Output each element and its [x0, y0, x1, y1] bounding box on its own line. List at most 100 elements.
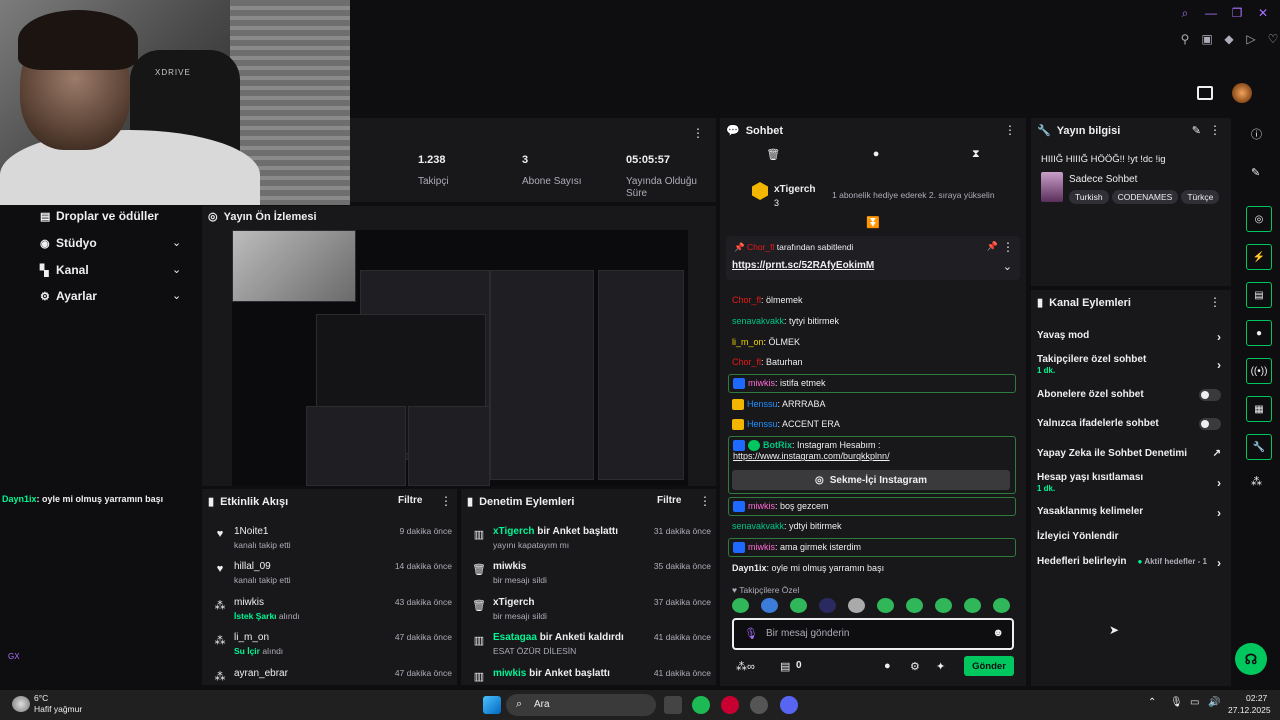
mod-view-icon[interactable]: ✦ — [936, 660, 945, 673]
emoji-icon[interactable]: ☻ — [992, 627, 1004, 639]
help-button[interactable]: ☊ — [1235, 643, 1267, 675]
rail-broadcast-button[interactable]: ((•)) — [1246, 358, 1272, 384]
tag[interactable]: CODENAMES — [1111, 190, 1179, 204]
action-account-age[interactable]: Hesap yaşı kısıtlaması 1 dk. › — [1037, 472, 1225, 494]
spotify-icon[interactable] — [692, 696, 710, 714]
emote-icon[interactable] — [819, 598, 836, 613]
action-banned-words[interactable]: Yasaklanmış kelimeler › — [1037, 506, 1225, 520]
edit-icon[interactable]: ✎ — [1192, 124, 1201, 137]
pinned-link[interactable]: https://prnt.sc/52RAfyEokimM — [732, 260, 874, 271]
send-button[interactable]: Gönder — [964, 656, 1014, 676]
emote-icon[interactable] — [964, 598, 981, 613]
emote-icon[interactable] — [877, 598, 894, 613]
discord-icon[interactable] — [780, 696, 798, 714]
unpin-icon[interactable]: 📌 — [987, 241, 998, 252]
chevron-right-icon: › — [1217, 330, 1221, 344]
emote-icon[interactable] — [935, 598, 952, 613]
action-ai-moderation[interactable]: Yapay Zeka ile Sohbet Denetimi ↗ — [1037, 448, 1225, 459]
chevron-down-icon[interactable]: ⌄ — [172, 236, 181, 249]
mic-icon[interactable]: 🎙 — [744, 627, 758, 640]
instagram-link[interactable]: https://www.instagram.com/burqkkplnn/ — [733, 451, 890, 461]
theatre-icon[interactable] — [1197, 86, 1213, 100]
stats-menu-icon[interactable]: ⋮ — [692, 126, 704, 140]
chat-bubble-icon[interactable]: ● — [884, 660, 891, 672]
chat-bubble-icon[interactable]: ● — [873, 148, 880, 170]
stream-preview-image[interactable] — [232, 230, 688, 486]
edit-icon[interactable]: ✎ — [1251, 166, 1260, 179]
activity-menu-icon[interactable]: ⋮ — [440, 494, 452, 508]
emote-icon[interactable] — [732, 598, 749, 613]
chevron-down-icon[interactable]: ⌄ — [172, 263, 181, 276]
mod-menu-icon[interactable]: ⋮ — [699, 494, 711, 508]
action-goals[interactable]: Hedefleri belirleyin ● Aktif hedefler - 1… — [1037, 556, 1225, 570]
close-icon[interactable]: ✕ — [1256, 6, 1270, 20]
clear-chat-icon[interactable]: 🗑 — [766, 148, 780, 170]
opera-gx-icon[interactable] — [721, 696, 739, 714]
points-count: 0 — [796, 660, 802, 671]
maximize-icon[interactable]: ❐ — [1230, 6, 1244, 20]
emote-icon[interactable] — [993, 598, 1010, 613]
screenshot-icon[interactable]: ▣ — [1200, 32, 1214, 46]
play-icon[interactable]: ▷ — [1244, 32, 1258, 46]
points-icon[interactable]: ⁂∞ — [736, 660, 755, 673]
action-slow-mode[interactable]: Yavaş mod › — [1037, 330, 1225, 344]
chat-menu-icon[interactable]: ⋮ — [1004, 123, 1016, 137]
weather-icon[interactable] — [12, 696, 30, 712]
tag[interactable]: Türkçe — [1181, 190, 1220, 204]
rail-chat-button[interactable]: ● — [1246, 320, 1272, 346]
chat-toolbar: 🗑 ● ⧗ — [720, 148, 1026, 170]
task-view-icon[interactable] — [664, 696, 682, 714]
action-followers-only[interactable]: Takipçilere özel sohbet 1 dk. › — [1037, 354, 1225, 376]
pin-icon: 📌 — [734, 242, 747, 252]
timer-icon[interactable]: ⧗ — [972, 148, 980, 170]
shield-icon[interactable]: ◆ — [1222, 32, 1236, 46]
nav-drops[interactable]: ▤ Droplar ve ödüller — [40, 209, 159, 223]
nav-studio[interactable]: ◉ Stüdyo — [40, 236, 97, 250]
insta-button[interactable]: ◎ Sekme-İçi Instagram — [732, 470, 1010, 490]
emote-icon[interactable] — [761, 598, 778, 613]
taskbar-search[interactable]: ⌕ Ara — [506, 694, 656, 716]
volume-icon[interactable]: 🔊 — [1208, 697, 1220, 708]
windows-start-icon[interactable] — [483, 696, 501, 714]
chevron-down-icon[interactable]: ⌄ — [1003, 260, 1012, 273]
points-icon[interactable]: ⁂ — [1251, 475, 1262, 488]
chat-input[interactable]: 🎙 Bir mesaj gönderin ☻ — [732, 618, 1014, 650]
emote-icon[interactable] — [848, 598, 865, 613]
avatar[interactable] — [1232, 83, 1252, 103]
search-icon[interactable]: ⌕ — [1178, 6, 1192, 20]
microphone-icon[interactable]: 🎙 — [1170, 697, 1183, 708]
gift-icon[interactable]: ▤ — [780, 660, 790, 673]
taskbar-search-label: Ara — [534, 699, 550, 710]
network-icon[interactable]: ▭ — [1190, 697, 1199, 708]
category-thumbnail[interactable] — [1041, 172, 1063, 202]
action-raid[interactable]: İzleyici Yönlendir — [1037, 531, 1225, 542]
rail-camera-button[interactable]: ◎ — [1246, 206, 1272, 232]
minimize-icon[interactable]: — — [1204, 6, 1218, 20]
nav-settings[interactable]: ⚙ Ayarlar — [40, 289, 97, 303]
scroll-down-icon[interactable]: ⏬ — [866, 216, 880, 229]
activity-filter-button[interactable]: Filtre — [398, 495, 422, 506]
heart-icon: ♥ — [216, 563, 224, 575]
info-icon[interactable]: ⓘ — [1251, 126, 1262, 142]
emote-only-toggle[interactable] — [1199, 418, 1221, 430]
pinned-menu-icon[interactable]: ⋮ — [1002, 240, 1014, 254]
rail-layout-button[interactable]: ▦ — [1246, 396, 1272, 422]
category-name[interactable]: Sadece Sohbet — [1069, 174, 1137, 185]
tag[interactable]: Turkish — [1069, 190, 1109, 204]
actions-menu-icon[interactable]: ⋮ — [1209, 295, 1221, 309]
tray-chevron-up-icon[interactable]: ⌃ — [1148, 697, 1156, 708]
rail-notes-button[interactable]: ▤ — [1246, 282, 1272, 308]
rail-tools-button[interactable]: 🔧 — [1246, 434, 1272, 460]
app-icon[interactable] — [750, 696, 768, 714]
nav-channel[interactable]: ▚ Kanal — [40, 263, 89, 277]
stream-info-menu-icon[interactable]: ⋮ — [1209, 123, 1221, 137]
gear-icon[interactable]: ⚙ — [910, 660, 920, 673]
emote-icon[interactable] — [790, 598, 807, 613]
emote-icon[interactable] — [906, 598, 923, 613]
heart-icon[interactable]: ♡ — [1266, 32, 1280, 46]
rail-quick-action-button[interactable]: ⚡ — [1246, 244, 1272, 270]
pin-icon[interactable]: ⚲ — [1178, 32, 1192, 46]
subscribers-only-toggle[interactable] — [1199, 389, 1221, 401]
mod-filter-button[interactable]: Filtre — [657, 495, 681, 506]
chevron-down-icon[interactable]: ⌄ — [172, 289, 181, 302]
